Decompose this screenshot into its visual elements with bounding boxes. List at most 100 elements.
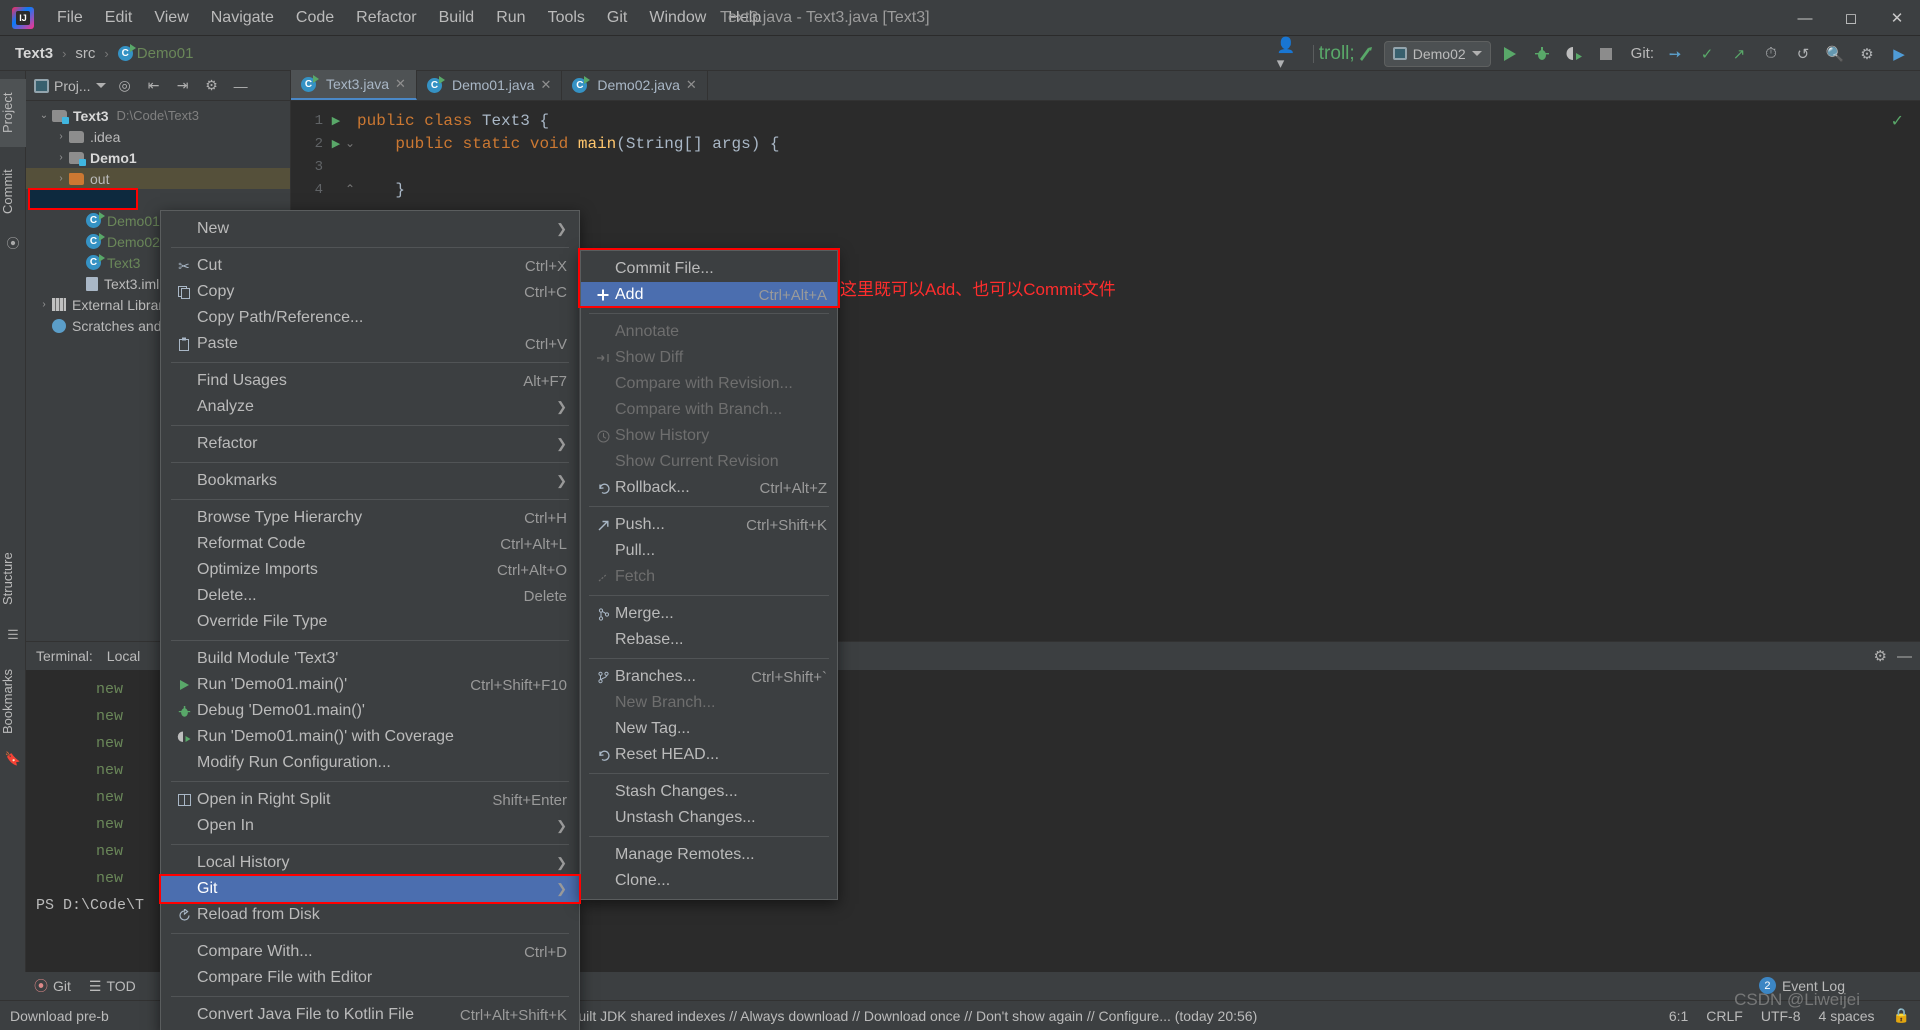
close-icon[interactable]: ✕: [540, 77, 551, 93]
context-menu-item-delete[interactable]: Delete... Delete: [161, 583, 579, 609]
git-menu-item-manage-remotes[interactable]: Manage Remotes...: [581, 842, 837, 868]
tree-item-text3[interactable]: ⌄ Text3 D:\Code\Text3: [26, 105, 290, 126]
stop-icon[interactable]: [1593, 41, 1619, 67]
history-icon[interactable]: ⏱: [1758, 41, 1784, 67]
code-line[interactable]: 2 ▶ ⌄ public static void main(String[] arg…: [291, 132, 1920, 155]
menu-item-refactor[interactable]: Refactor: [345, 5, 427, 31]
menu-item-git[interactable]: Git: [596, 5, 638, 31]
settings-icon[interactable]: ⚙: [1874, 647, 1887, 665]
close-icon[interactable]: ✕: [395, 76, 406, 92]
tree-item-demo1[interactable]: › Demo1: [26, 147, 290, 168]
run-icon[interactable]: [1497, 41, 1523, 67]
git-commit-icon[interactable]: ✓: [1694, 41, 1720, 67]
context-menu-item-find-usages[interactable]: Find Usages Alt+F7: [161, 368, 579, 394]
context-menu-item-run-demo01-main[interactable]: Run 'Demo01.main()' Ctrl+Shift+F10: [161, 672, 579, 698]
event-log-widget[interactable]: 2 Event Log: [1758, 977, 1845, 994]
menu-item-code[interactable]: Code: [285, 5, 345, 31]
context-menu-item-refactor[interactable]: Refactor ❯: [161, 431, 579, 457]
menu-item-tools[interactable]: Tools: [537, 5, 596, 31]
hide-icon[interactable]: —: [231, 76, 251, 96]
git-menu-item-reset-head[interactable]: Reset HEAD...: [581, 742, 837, 768]
git-update-icon[interactable]: ➙: [1662, 41, 1688, 67]
main-toolbar[interactable]: 👤▾ troll; Demo02 Git: ➙ ✓ ↗ ⏱ ↺ 🔍 ⚙ ▶: [1277, 36, 1912, 72]
debug-icon[interactable]: [1529, 41, 1555, 67]
update-project-icon[interactable]: troll;: [1319, 41, 1355, 67]
menu-item-build[interactable]: Build: [428, 5, 486, 31]
context-menu-item-reload-from-disk[interactable]: Reload from Disk: [161, 902, 579, 928]
context-menu-item-override-file-type[interactable]: Override File Type: [161, 609, 579, 635]
context-menu-item-copy-path-reference[interactable]: Copy Path/Reference...: [161, 305, 579, 331]
gutter-run-icon[interactable]: ▶: [329, 114, 343, 128]
editor-tab-demo02-java[interactable]: Demo02.java ✕: [562, 70, 708, 100]
project-panel-title[interactable]: Proj...: [34, 78, 106, 94]
git-menu-item-merge[interactable]: Merge...: [581, 601, 837, 627]
context-menu-item-git[interactable]: Git ❯: [161, 876, 579, 902]
terminal-header-actions[interactable]: ⚙ —: [1874, 642, 1912, 670]
git-menu-item-pull[interactable]: Pull...: [581, 538, 837, 564]
git-menu-item-commit-file[interactable]: Commit File...: [581, 256, 837, 282]
maximize-icon[interactable]: ◻: [1828, 0, 1874, 36]
git-menu-item-clone[interactable]: Clone...: [581, 868, 837, 894]
search-icon[interactable]: 🔍: [1822, 41, 1848, 67]
context-menu-item-copy[interactable]: Copy Ctrl+C: [161, 279, 579, 305]
update-project-icon[interactable]: [1356, 43, 1378, 65]
context-menu-item-compare-file-with-editor[interactable]: Compare File with Editor: [161, 965, 579, 991]
settings-icon[interactable]: ⚙: [1854, 41, 1880, 67]
chevron-icon[interactable]: ›: [53, 152, 69, 163]
lock-icon[interactable]: 🔒: [1893, 1007, 1910, 1024]
minimize-icon[interactable]: —: [1782, 0, 1828, 36]
git-menu-item-rebase[interactable]: Rebase...: [581, 627, 837, 653]
sidebar-item-structure[interactable]: Structure: [0, 541, 26, 617]
tree-item--idea[interactable]: › .idea: [26, 126, 290, 147]
run-with-coverage-icon[interactable]: [1561, 41, 1587, 67]
git-submenu[interactable]: Commit File... Add Ctrl+Alt+A Annotate Show …: [580, 250, 838, 900]
sidebar-item-bookmarks[interactable]: Bookmarks: [0, 661, 26, 741]
ide-assistant-icon[interactable]: ▶: [1886, 41, 1912, 67]
structure-icon[interactable]: ☰: [4, 627, 22, 645]
editor-tab-demo01-java[interactable]: Demo01.java ✕: [417, 70, 563, 100]
breadcrumb-item-class[interactable]: Demo01: [113, 43, 199, 64]
chevron-icon[interactable]: ⌄: [53, 194, 69, 205]
context-menu-item-modify-run-configuration[interactable]: Modify Run Configuration...: [161, 750, 579, 776]
context-menu-item-compare-with[interactable]: Compare With... Ctrl+D: [161, 939, 579, 965]
caret-position[interactable]: 6:1: [1669, 1008, 1688, 1024]
locate-icon[interactable]: ◎: [115, 76, 135, 96]
breadcrumb-item-project[interactable]: Text3: [10, 43, 58, 64]
left-tool-strip[interactable]: Project Commit ⦿ Structure ☰ Bookmarks 🔖: [0, 71, 26, 1001]
git-menu-item-add[interactable]: Add Ctrl+Alt+A: [581, 282, 837, 308]
chevron-icon[interactable]: ›: [36, 299, 52, 310]
chevron-icon[interactable]: ›: [53, 173, 69, 184]
git-menu-item-new-tag[interactable]: New Tag...: [581, 716, 837, 742]
git-menu-item-rollback[interactable]: Rollback... Ctrl+Alt+Z: [581, 475, 837, 501]
context-menu-item-bookmarks[interactable]: Bookmarks ❯: [161, 468, 579, 494]
context-menu-item-paste[interactable]: Paste Ctrl+V: [161, 331, 579, 357]
menu-item-run[interactable]: Run: [485, 5, 536, 31]
status-download-message[interactable]: Download pre-b: [10, 1008, 109, 1024]
editor-tab-text3-java[interactable]: Text3.java ✕: [291, 70, 417, 100]
file-context-menu[interactable]: New ❯ ✂ Cut Ctrl+X Copy Ctrl+C Copy Path/Refere…: [160, 210, 580, 1030]
context-menu-item-browse-type-hierarchy[interactable]: Browse Type Hierarchy Ctrl+H: [161, 505, 579, 531]
code-line[interactable]: 4 ⌃ }: [291, 178, 1920, 201]
git-menu-item-stash-changes[interactable]: Stash Changes...: [581, 779, 837, 805]
close-icon[interactable]: ✕: [1874, 0, 1920, 36]
context-menu-item-new[interactable]: New ❯: [161, 216, 579, 242]
code-fold-icon[interactable]: ⌃: [343, 182, 357, 197]
chevron-icon[interactable]: ⌄: [36, 110, 52, 121]
sidebar-item-commit[interactable]: Commit: [0, 159, 26, 225]
menu-item-edit[interactable]: Edit: [94, 5, 144, 31]
editor-tab-bar[interactable]: Text3.java ✕ Demo01.java ✕ Demo02.java ✕: [291, 70, 1920, 101]
menu-item-window[interactable]: Window: [638, 5, 717, 31]
close-icon[interactable]: ✕: [686, 77, 697, 93]
expand-all-icon[interactable]: ⇤: [144, 76, 164, 96]
code-line[interactable]: 3: [291, 155, 1920, 178]
settings-icon[interactable]: ⚙: [202, 76, 222, 96]
context-menu-item-analyze[interactable]: Analyze ❯: [161, 394, 579, 420]
context-menu-item-convert-java-file-to-kotlin-file[interactable]: Convert Java File to Kotlin File Ctrl+Alt…: [161, 1002, 579, 1028]
minimize-icon[interactable]: —: [1897, 648, 1912, 665]
git-menu-item-push[interactable]: Push... Ctrl+Shift+K: [581, 512, 837, 538]
context-menu-item-cut[interactable]: ✂ Cut Ctrl+X: [161, 253, 579, 279]
context-menu-item-build-module-text3[interactable]: Build Module 'Text3': [161, 646, 579, 672]
menu-item-view[interactable]: View: [143, 5, 199, 31]
context-menu-item-local-history[interactable]: Local History ❯: [161, 850, 579, 876]
git-push-icon[interactable]: ↗: [1726, 41, 1752, 67]
